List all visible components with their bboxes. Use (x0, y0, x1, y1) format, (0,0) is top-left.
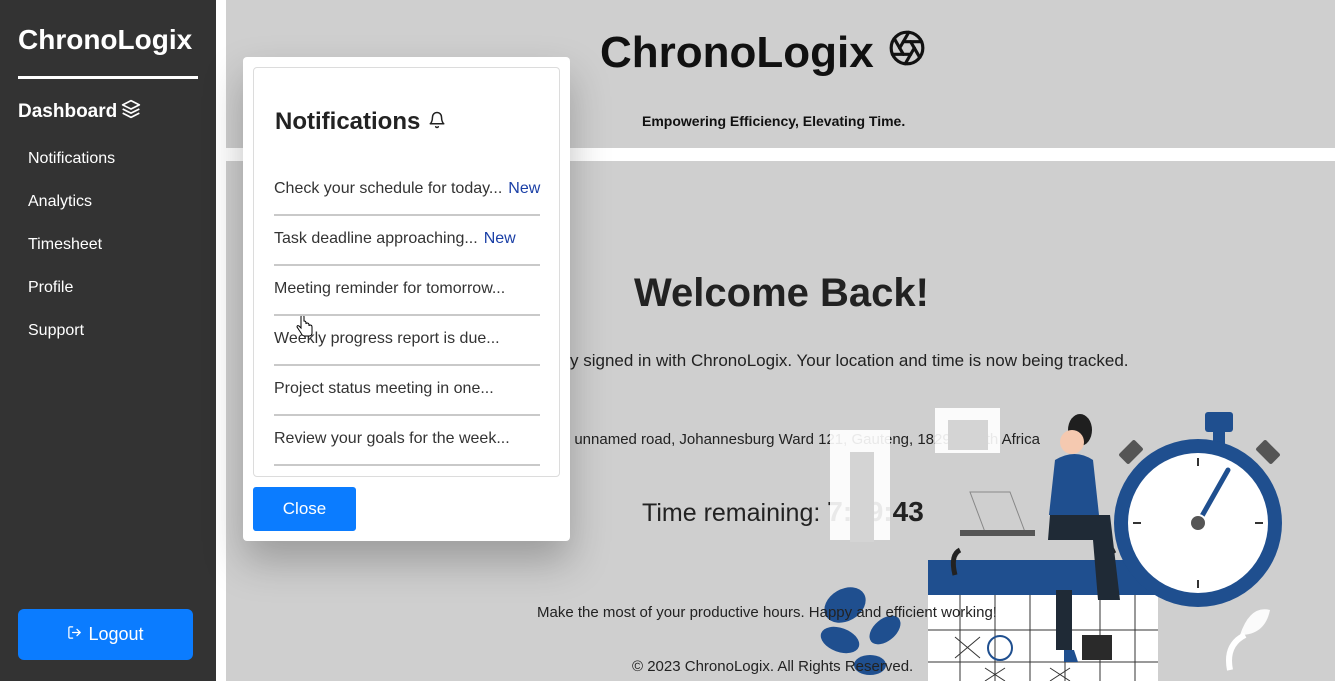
dashboard-label: Dashboard (18, 101, 118, 122)
welcome-heading: Welcome Back! (634, 271, 929, 315)
hand-cursor-icon (296, 316, 313, 337)
notification-text: Meeting reminder for tomorrow... (274, 280, 506, 297)
working-woman-stopwatch-illustration (820, 408, 1282, 681)
signed-in-message: y signed in with ChronoLogix. Your locat… (570, 351, 1129, 370)
notifications-title-text: Notifications (275, 108, 421, 135)
notifications-card: Notifications Check your schedule for to… (253, 67, 560, 477)
page-title: ChronoLogix (600, 28, 926, 78)
aperture-icon (888, 28, 926, 78)
bell-icon (428, 108, 446, 136)
new-badge: New (508, 180, 541, 197)
sidebar-brand: ChronoLogix (18, 24, 193, 55)
layers-icon (121, 99, 141, 125)
header-tagline: Empowering Efficiency, Elevating Time. (642, 113, 906, 129)
notification-item[interactable]: Task deadline approaching... New (274, 216, 540, 266)
sidebar-item-notifications[interactable]: Notifications (28, 150, 115, 193)
page-title-text: ChronoLogix (600, 28, 874, 77)
logout-button[interactable]: Logout (18, 609, 193, 660)
notification-text: Review your goals for the week... (274, 430, 510, 447)
sidebar-gutter (216, 0, 226, 681)
footer-copyright: © 2023 ChronoLogix. All Rights Reserved. (632, 658, 914, 675)
sidebar-item-analytics[interactable]: Analytics (28, 193, 115, 236)
new-badge: New (483, 230, 516, 247)
notification-text: Task deadline approaching... (274, 230, 478, 247)
sidebar-item-timesheet[interactable]: Timesheet (28, 236, 115, 279)
motto-text: Make the most of your productive hours. … (537, 604, 997, 621)
brand-divider (18, 76, 198, 79)
notification-text: Project status meeting in one... (274, 380, 494, 397)
sidebar-item-profile[interactable]: Profile (28, 279, 115, 322)
notification-item[interactable]: Meeting reminder for tomorrow... (274, 266, 540, 316)
logout-label: Logout (88, 624, 144, 644)
time-remaining-label: Time remaining: (642, 499, 821, 527)
sidebar-item-support[interactable]: Support (28, 322, 115, 365)
logout-icon (67, 624, 82, 645)
sidebar-nav: Notifications Analytics Timesheet Profil… (28, 150, 115, 365)
sidebar: ChronoLogix Dashboard Notifications Anal… (0, 0, 216, 681)
notifications-title: Notifications (275, 108, 446, 136)
notification-item[interactable]: Project status meeting in one... (274, 366, 540, 416)
sidebar-dashboard-heading[interactable]: Dashboard (18, 99, 141, 125)
notifications-modal: Notifications Check your schedule for to… (243, 57, 570, 541)
notification-item[interactable]: Check your schedule for today... New (274, 166, 540, 216)
notification-item[interactable]: Review your goals for the week... (274, 416, 540, 466)
notification-text: Check your schedule for today... (274, 180, 503, 197)
close-button[interactable]: Close (253, 487, 356, 531)
